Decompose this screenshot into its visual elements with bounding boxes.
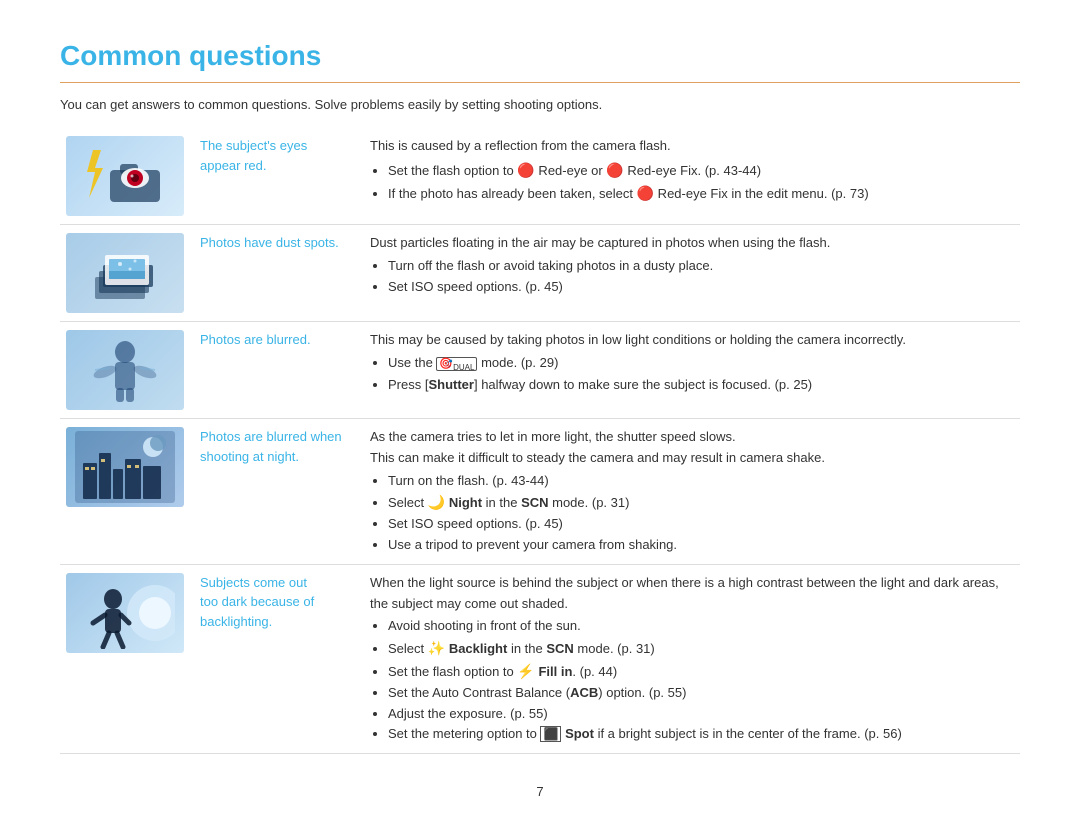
row-content-backlight: When the light source is behind the subj…	[360, 564, 1020, 753]
row-image-dust	[66, 233, 184, 313]
table-row: Photos have dust spots. Dust particles f…	[60, 225, 1020, 322]
row-link-night[interactable]: Photos are blurred whenshooting at night…	[200, 429, 342, 464]
row-image-blurred	[66, 330, 184, 410]
night-illustration	[75, 431, 175, 503]
page-number: 7	[60, 784, 1020, 799]
backlight-illustration	[75, 577, 175, 649]
blurred-illustration	[75, 334, 175, 406]
row-image-cell	[60, 419, 190, 565]
row-link-blurred[interactable]: Photos are blurred.	[200, 332, 311, 347]
questions-table: The subject's eyesappear red. This is ca…	[60, 128, 1020, 754]
row-link-cell: The subject's eyesappear red.	[190, 128, 360, 225]
table-row: Photos are blurred. This may be caused b…	[60, 322, 1020, 419]
dust-illustration	[75, 237, 175, 309]
row-content-night: As the camera tries to let in more light…	[360, 419, 1020, 565]
row-content-blurred: This may be caused by taking photos in l…	[360, 322, 1020, 419]
row-content-red-eye: This is caused by a reflection from the …	[360, 128, 1020, 225]
row-link-backlight[interactable]: Subjects come outtoo dark because ofback…	[200, 575, 314, 629]
table-row: Photos are blurred whenshooting at night…	[60, 419, 1020, 565]
row-image-night	[66, 427, 184, 507]
row-link-red-eye[interactable]: The subject's eyesappear red.	[200, 138, 307, 173]
title-divider	[60, 82, 1020, 83]
row-link-cell: Photos are blurred.	[190, 322, 360, 419]
red-eye-illustration	[75, 140, 175, 212]
row-image-cell	[60, 322, 190, 419]
row-image-cell	[60, 225, 190, 322]
row-link-cell: Subjects come outtoo dark because ofback…	[190, 564, 360, 753]
intro-text: You can get answers to common questions.…	[60, 97, 1020, 112]
row-content-dust: Dust particles floating in the air may b…	[360, 225, 1020, 322]
page-title: Common questions	[60, 40, 1020, 72]
row-image-red-eye	[66, 136, 184, 216]
table-row: The subject's eyesappear red. This is ca…	[60, 128, 1020, 225]
table-row: Subjects come outtoo dark because ofback…	[60, 564, 1020, 753]
row-image-cell	[60, 564, 190, 753]
row-image-backlight	[66, 573, 184, 653]
row-link-dust[interactable]: Photos have dust spots.	[200, 235, 339, 250]
row-link-cell: Photos are blurred whenshooting at night…	[190, 419, 360, 565]
row-link-cell: Photos have dust spots.	[190, 225, 360, 322]
row-image-cell	[60, 128, 190, 225]
